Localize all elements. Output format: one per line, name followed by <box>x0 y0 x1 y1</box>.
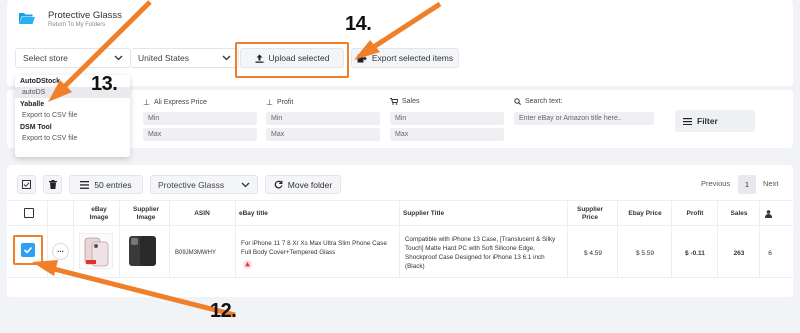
row-more-button[interactable]: ... <box>52 243 69 260</box>
export-icon <box>357 54 367 62</box>
sales-max-input[interactable]: Max <box>390 128 504 141</box>
black-phone-case-image <box>129 236 156 266</box>
col-divider <box>671 200 672 277</box>
next-page-link[interactable]: Next <box>763 179 778 188</box>
trash-icon <box>48 180 57 189</box>
previous-page-link[interactable]: Previous <box>701 179 730 188</box>
entries-label: 50 entries <box>94 179 132 190</box>
profit-cell: $ -0.11 <box>685 250 705 257</box>
header-bottom-divider <box>7 225 793 226</box>
country-dropdown[interactable]: United States <box>131 48 239 68</box>
return-to-folders-link[interactable]: Return To My Folders <box>48 22 105 28</box>
folder-select[interactable]: Protective Glasss <box>150 175 258 194</box>
ali-price-max-input[interactable]: Max <box>143 128 257 141</box>
col-divider <box>759 200 760 277</box>
ali-price-min-input[interactable]: Min <box>143 112 257 125</box>
col-profit: Profit <box>686 210 704 217</box>
delete-button[interactable] <box>43 175 62 194</box>
col-divider <box>717 200 718 277</box>
warning-icon <box>243 260 252 269</box>
table-card: 50 entries Protective Glasss Move folder… <box>7 165 793 297</box>
sales-filter-label: Sales <box>390 98 420 105</box>
search-text-label: Search text: <box>514 98 562 105</box>
col-ebay-title: eBay title <box>239 210 268 217</box>
country-label: United States <box>138 53 190 63</box>
ebay-price-cell: $ 5.59 <box>635 250 655 257</box>
move-folder-label: Move folder <box>287 179 333 190</box>
select-store-dropdown[interactable]: Select store <box>15 48 131 68</box>
cart-icon <box>390 98 398 105</box>
folder-open-icon <box>19 13 35 24</box>
col-divider <box>73 200 74 277</box>
export-selected-button[interactable]: Export selected items <box>351 48 459 68</box>
supplier-price-cell: $ 4.59 <box>583 250 603 257</box>
col-divider <box>399 200 400 277</box>
col-divider <box>567 200 568 277</box>
col-ebay-image: eBay Image <box>89 206 109 221</box>
chevron-down-icon <box>241 182 250 187</box>
row-bottom-divider <box>7 277 793 278</box>
col-sales: Sales <box>730 210 748 217</box>
select-store-label: Select store <box>23 53 68 63</box>
list-icon <box>80 180 90 189</box>
profit-max-input[interactable]: Max <box>266 128 380 141</box>
col-supplier-title: Supplier Title <box>403 210 445 217</box>
asin-cell: B09JM3MWHY <box>175 250 217 256</box>
export-selected-label: Export selected items <box>371 53 454 63</box>
supplier-title-cell: Compatible with iPhone 13 Case, [Translu… <box>405 236 556 270</box>
annotation-14: 14. <box>345 13 372 35</box>
folder-select-label: Protective Glasss <box>158 179 225 190</box>
filter-button[interactable]: Filter <box>675 110 755 132</box>
select-all-button[interactable] <box>17 175 36 194</box>
col-divider <box>169 200 170 277</box>
dropdown-group-dsm-tool: DSM Tool <box>20 124 52 131</box>
col-divider <box>617 200 618 277</box>
header-top-divider <box>7 200 793 201</box>
chevron-down-icon <box>114 55 123 61</box>
header-checkbox[interactable] <box>24 208 34 218</box>
annotation-12: 12. <box>210 300 237 322</box>
ali-price-filter-label: ⊥ Ali Express Price <box>143 98 207 107</box>
filter-lines-icon <box>683 117 692 125</box>
page-number-button[interactable]: 1 <box>738 175 756 194</box>
user-icon <box>765 210 772 218</box>
checkbox-highlight-box <box>13 235 43 265</box>
folder-title: Protective Glasss <box>48 10 122 21</box>
profit-min-input[interactable]: Min <box>266 112 380 125</box>
dropdown-group-yaballe: Yaballe <box>20 101 45 108</box>
refresh-icon <box>274 180 283 189</box>
entries-button[interactable]: 50 entries <box>69 175 143 194</box>
extra-count-cell: 6 <box>768 250 772 257</box>
annotation-13: 13. <box>91 73 118 95</box>
col-supplier-price: Supplier Price <box>576 206 603 221</box>
ali-price-icon: ⊥ <box>143 98 150 107</box>
sales-cell: 263 <box>733 250 745 257</box>
checkbox-checked-icon <box>22 180 31 189</box>
search-input[interactable]: Enter eBay or Amazon title here.. <box>514 112 654 125</box>
profit-icon: ⊥ <box>266 98 273 107</box>
dropdown-item-dsm-csv[interactable]: Export to CSV file <box>15 133 130 144</box>
ebay-title-cell: For iPhone 11 7 8 Xr Xs Max Ultra Slim P… <box>241 240 387 256</box>
col-asin: ASIN <box>194 210 210 217</box>
chevron-down-icon <box>222 55 231 61</box>
ebay-product-image[interactable] <box>79 233 113 269</box>
col-divider <box>235 200 236 277</box>
col-divider <box>119 200 120 277</box>
supplier-product-image[interactable] <box>125 233 161 269</box>
col-divider <box>47 200 48 277</box>
col-ebay-price: Ebay Price <box>628 210 662 217</box>
profit-filter-label: ⊥ Profit <box>266 98 294 107</box>
search-icon <box>514 98 521 105</box>
col-supplier-image: Supplier Image <box>132 206 159 221</box>
sales-min-input[interactable]: Min <box>390 112 504 125</box>
upload-highlight-box <box>235 42 349 78</box>
header-card: Protective Glasss Return To My Folders S… <box>7 0 793 86</box>
dropdown-item-yaballe-csv[interactable]: Export to CSV file <box>15 110 130 121</box>
move-folder-button[interactable]: Move folder <box>265 175 341 194</box>
phone-case-image <box>84 237 109 267</box>
